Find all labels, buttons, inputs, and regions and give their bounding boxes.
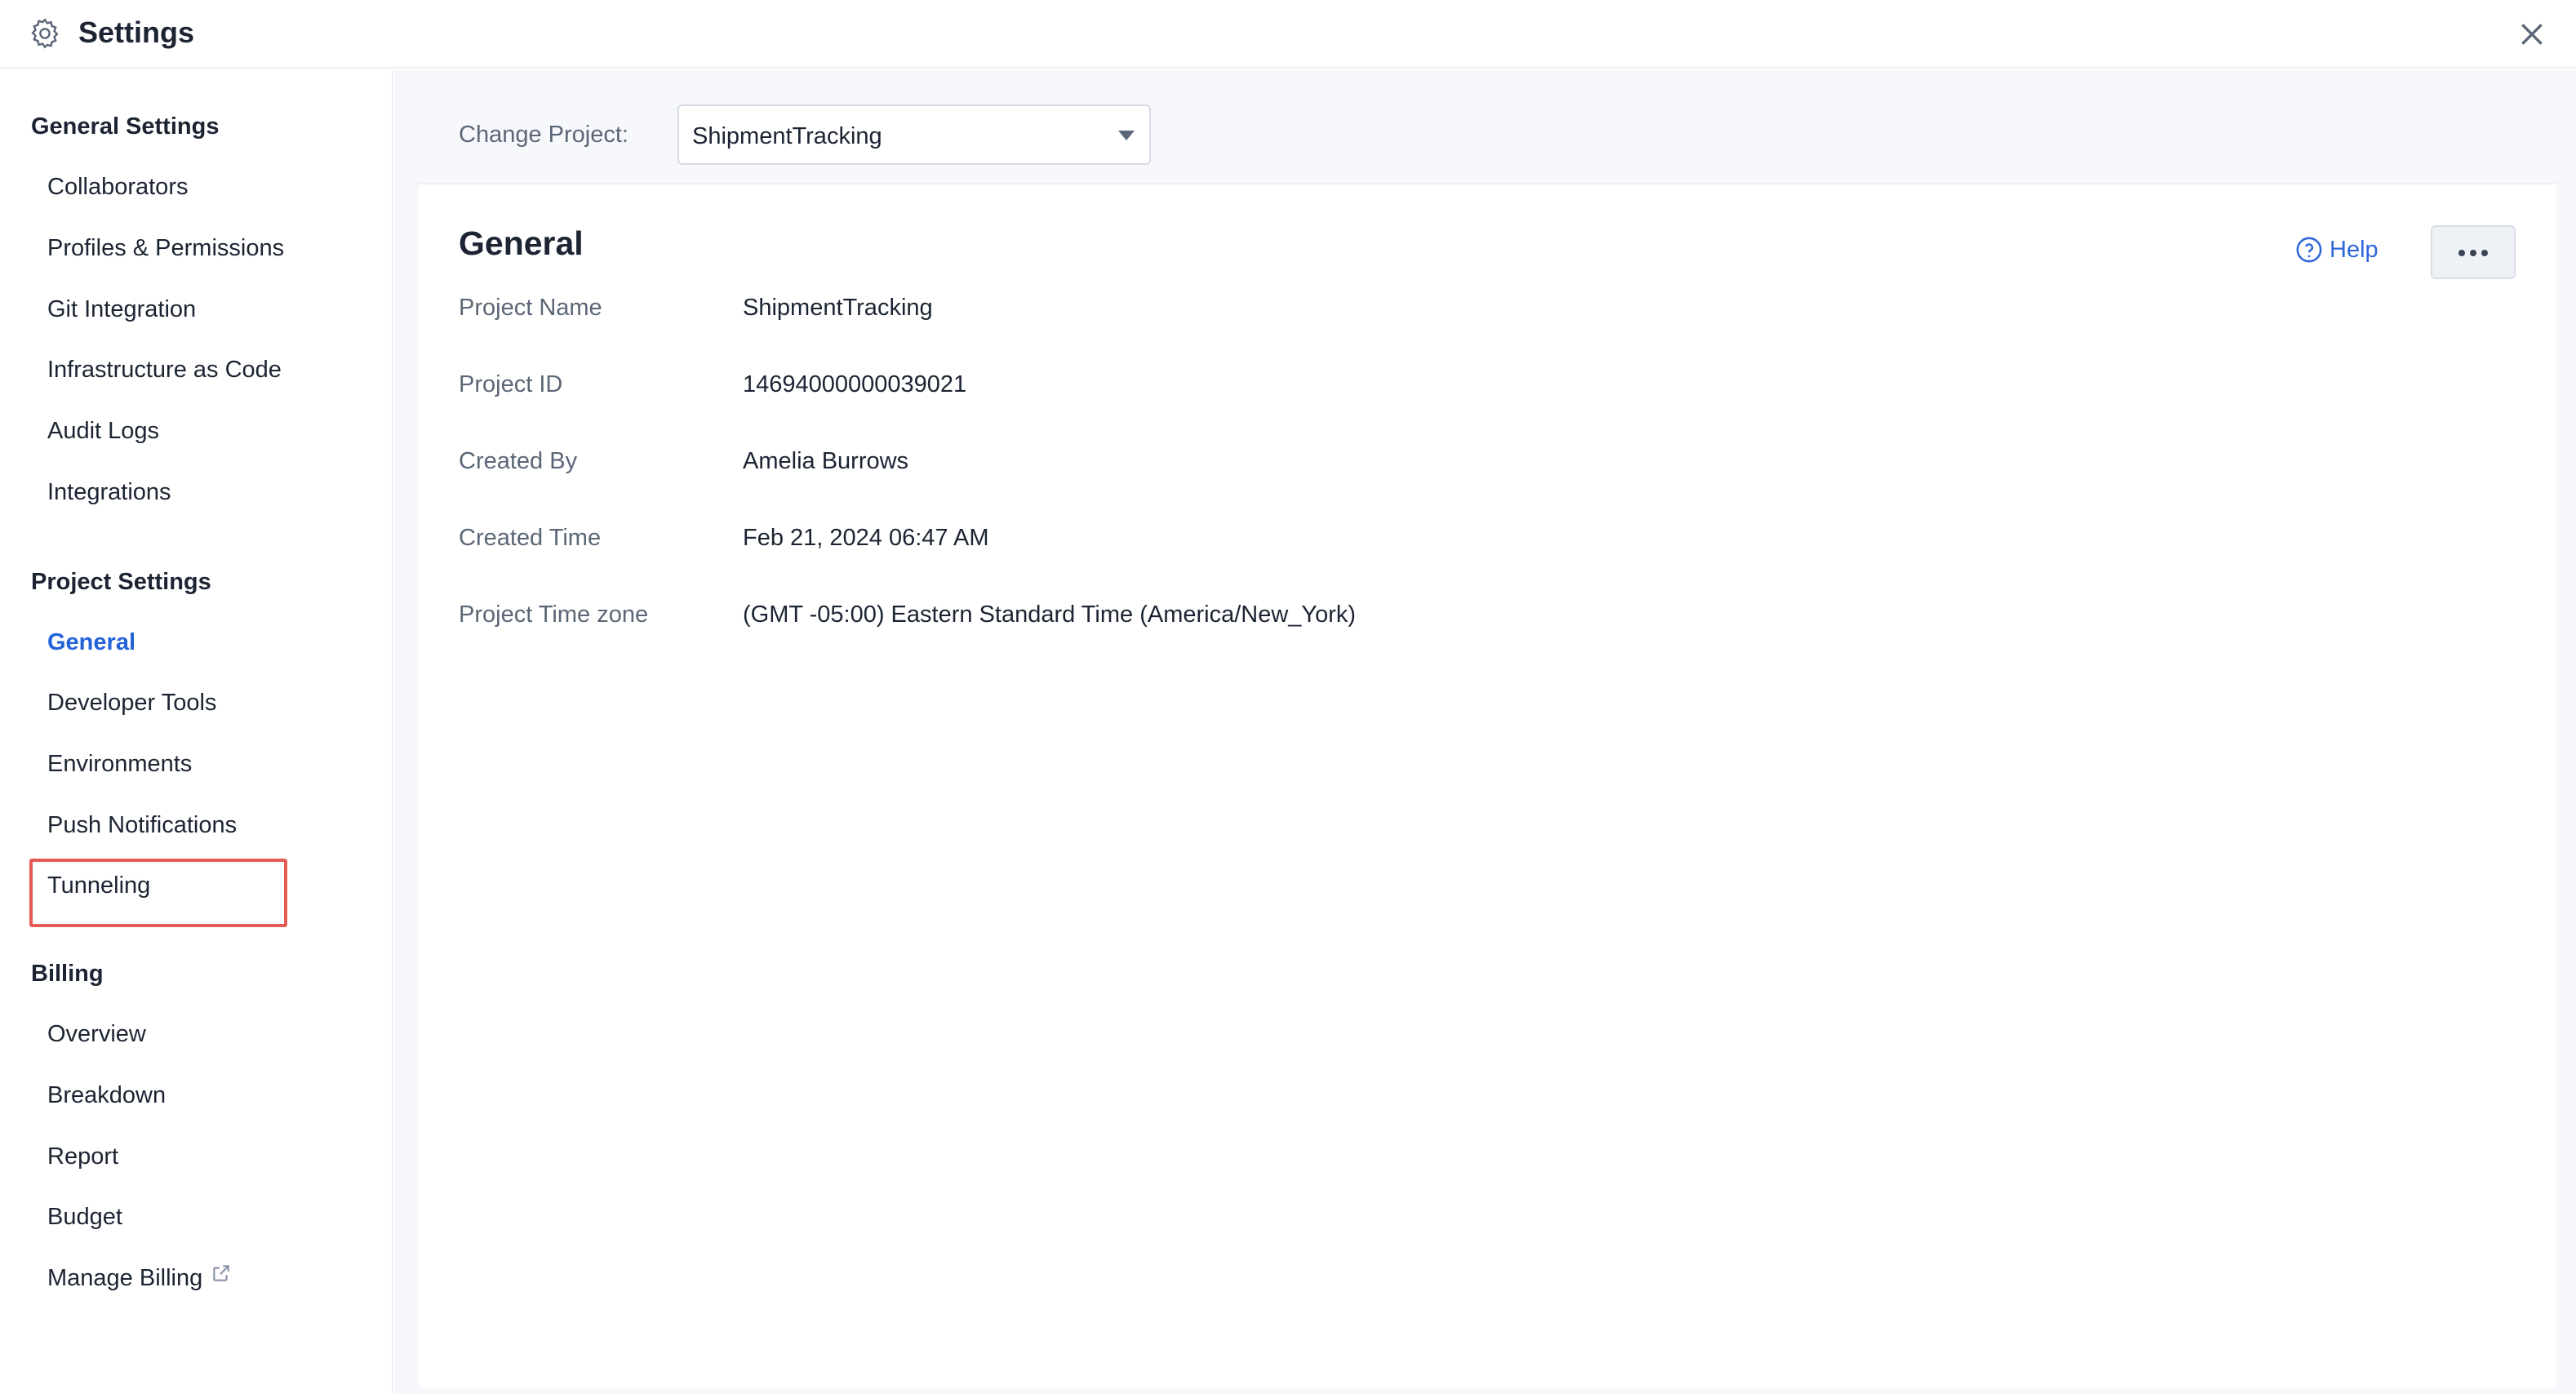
sidebar-item-overview[interactable]: Overview — [47, 1019, 146, 1050]
gear-icon — [31, 18, 59, 49]
selected-project-value: ShipmentTracking — [692, 123, 882, 149]
manage-billing-label: Manage Billing — [47, 1265, 203, 1291]
sidebar-item-push-notifications[interactable]: Push Notifications — [47, 810, 237, 841]
billing-heading: Billing — [31, 961, 104, 987]
help-link[interactable]: Help — [2295, 233, 2378, 266]
sidebar-item-infrastructure-as-code[interactable]: Infrastructure as Code — [47, 354, 282, 385]
section-title: General — [459, 224, 584, 262]
settings-header: Settings — [0, 0, 2576, 69]
created-time-value: Feb 21, 2024 06:47 AM — [743, 525, 989, 551]
external-link-icon — [213, 1265, 229, 1281]
general-settings-panel — [418, 90, 2556, 1387]
project-select-dropdown[interactable]: ShipmentTracking — [677, 104, 1151, 165]
sidebar-item-profiles-permissions[interactable]: Profiles & Permissions — [47, 233, 284, 264]
sidebar-item-developer-tools[interactable]: Developer Tools — [47, 687, 216, 718]
created-time-label: Created Time — [459, 525, 602, 551]
general-settings-heading: General Settings — [31, 113, 220, 140]
sidebar-item-audit-logs[interactable]: Audit Logs — [47, 415, 159, 446]
sidebar-item-report[interactable]: Report — [47, 1141, 118, 1172]
settings-sidebar — [0, 70, 393, 1394]
more-horizontal-icon — [2458, 250, 2488, 256]
project-name-label: Project Name — [459, 295, 602, 321]
help-circle-icon — [2296, 237, 2322, 263]
change-project-label: Change Project: — [459, 122, 628, 148]
project-time-zone-value: (GMT -05:00) Eastern Standard Time (Amer… — [743, 602, 1357, 628]
sidebar-item-collaborators[interactable]: Collaborators — [47, 171, 188, 202]
project-time-zone-label: Project Time zone — [459, 602, 649, 628]
sidebar-item-breakdown[interactable]: Breakdown — [47, 1080, 166, 1111]
page-title: Settings — [78, 16, 195, 49]
help-label: Help — [2330, 237, 2378, 263]
more-options-button[interactable] — [2431, 225, 2516, 279]
sidebar-item-integrations[interactable]: Integrations — [47, 477, 171, 508]
project-name-value: ShipmentTracking — [743, 295, 933, 321]
created-by-label: Created By — [459, 448, 578, 474]
close-icon[interactable] — [2516, 18, 2548, 51]
sidebar-item-environments[interactable]: Environments — [47, 748, 192, 779]
sidebar-item-general[interactable]: General — [47, 627, 135, 658]
created-by-value: Amelia Burrows — [743, 448, 909, 474]
project-settings-heading: Project Settings — [31, 569, 211, 595]
sidebar-item-git-integration[interactable]: Git Integration — [47, 294, 196, 325]
sidebar-item-tunneling[interactable]: Tunneling — [47, 870, 150, 901]
sidebar-item-budget[interactable]: Budget — [47, 1201, 122, 1232]
project-id-value: 14694000000039021 — [743, 371, 967, 397]
sidebar-item-manage-billing[interactable]: Manage Billing — [47, 1263, 232, 1294]
project-id-label: Project ID — [459, 371, 563, 397]
chevron-down-icon — [1118, 131, 1135, 140]
